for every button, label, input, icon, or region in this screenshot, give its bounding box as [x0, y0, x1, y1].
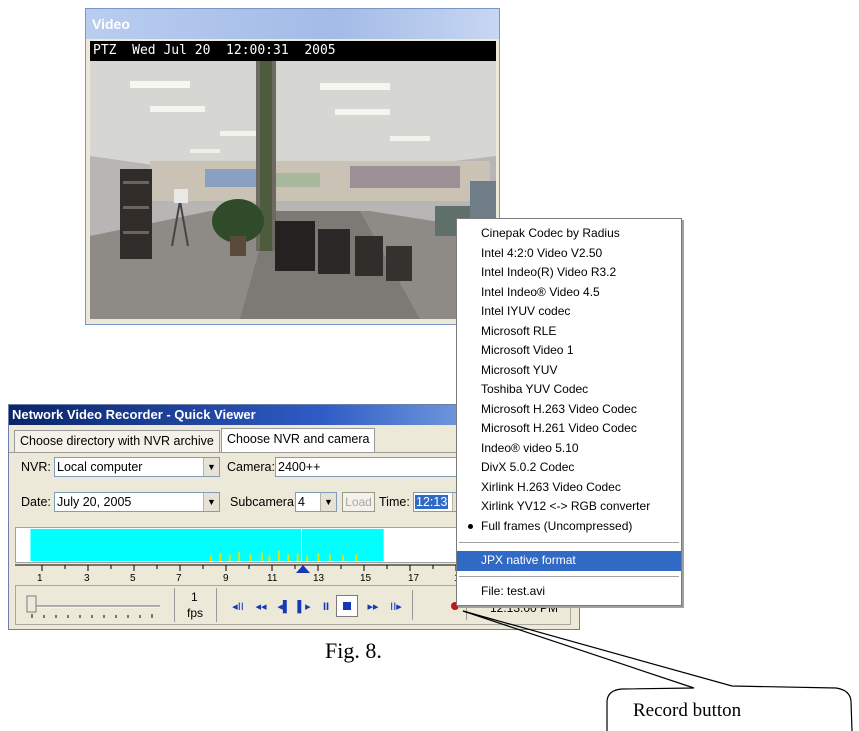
figure-caption: Fig. 8.: [325, 638, 382, 663]
callout-label: Record button: [633, 700, 742, 721]
record-button-callout: [462, 610, 853, 731]
